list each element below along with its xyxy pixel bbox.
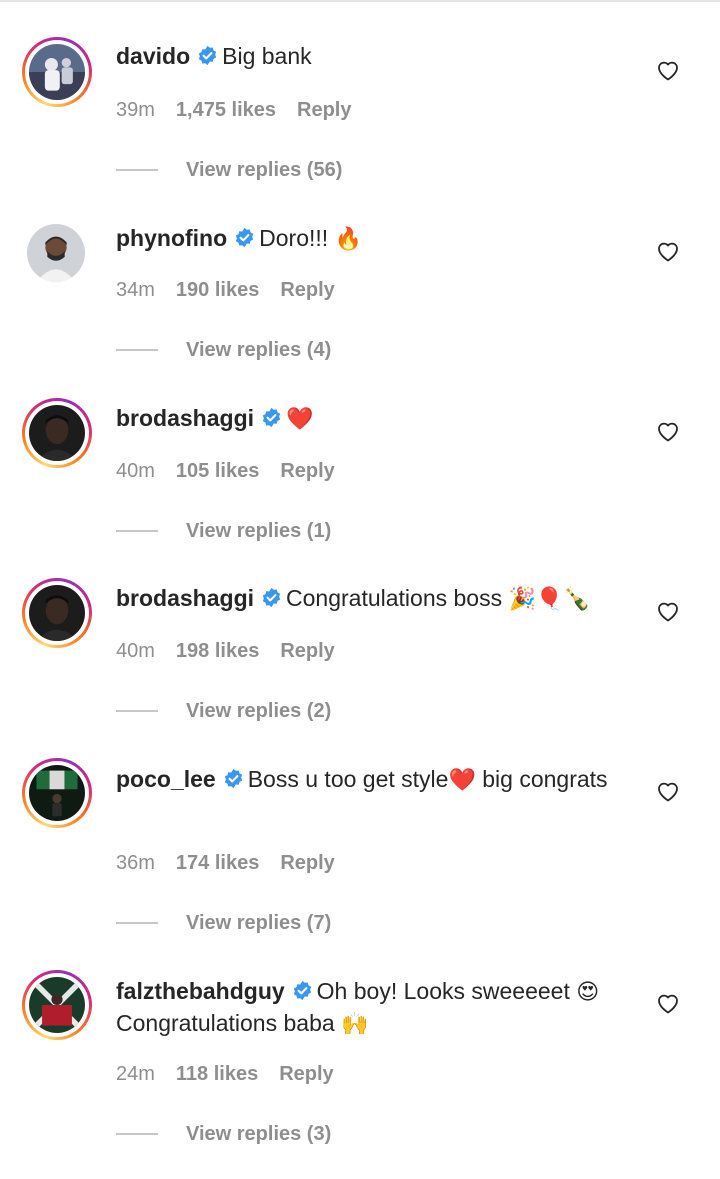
comment-likes[interactable]: 190 likes [176, 279, 259, 301]
comment-time: 24m [116, 1063, 155, 1085]
heart-outline-icon[interactable] [656, 59, 680, 81]
comment-text-line: falzthebahdguy Oh boy! Looks sweeeeet 😍 C… [116, 976, 636, 1040]
comment-text-line: davido Big bank [116, 41, 636, 72]
heart-outline-icon[interactable] [656, 240, 680, 262]
comment-body-continued: Congratulations baba [116, 1010, 342, 1036]
avatar-image [27, 224, 85, 282]
comment-likes[interactable]: 174 likes [176, 852, 259, 874]
top-divider [0, 0, 720, 2]
view-replies-label: View replies (4) [186, 339, 332, 361]
comment-likes[interactable]: 118 likes [176, 1063, 258, 1085]
reply-button[interactable]: Reply [279, 1063, 333, 1085]
view-replies-label: View replies (1) [186, 520, 332, 542]
avatar-image [29, 977, 85, 1033]
verified-badge-icon [224, 768, 242, 789]
raising-hands-emoji: 🙌 [341, 1012, 369, 1037]
comment-meta: 24m 118 likes Reply [116, 1063, 355, 1086]
comment-meta: 39m 1,475 likes Reply [116, 99, 372, 122]
reply-button[interactable]: Reply [280, 640, 334, 662]
avatar[interactable] [22, 398, 92, 468]
avatar-image [29, 765, 85, 821]
reply-button[interactable]: Reply [280, 460, 334, 482]
verified-badge-icon [293, 980, 311, 1001]
avatar-image [29, 585, 85, 641]
replies-divider [116, 709, 158, 712]
comment-body-continued: big congrats [475, 766, 608, 792]
comment-likes[interactable]: 198 likes [176, 640, 259, 662]
comment-meta: 36m 174 likes Reply [116, 852, 356, 875]
replies-divider [116, 529, 158, 532]
comment-time: 36m [116, 852, 155, 874]
replies-divider [116, 348, 158, 351]
comment-text-line: poco_lee Boss u too get style❤️ big congr… [116, 764, 636, 796]
fire-emoji: 🔥 [334, 227, 362, 252]
verified-badge-icon [198, 45, 217, 66]
comment-likes[interactable]: 1,475 likes [176, 99, 276, 121]
comment-likes[interactable]: 105 likes [176, 460, 259, 482]
view-replies-button[interactable]: View replies (1) [116, 520, 331, 543]
comment-meta: 34m 190 likes Reply [116, 279, 356, 302]
comment-text-line: phynofino Doro!!! 🔥 [116, 223, 636, 255]
heart-outline-icon[interactable] [656, 420, 680, 442]
red-heart-emoji: ❤️ [448, 768, 476, 793]
verified-badge-icon [262, 587, 281, 608]
comment-meta: 40m 105 likes Reply [116, 460, 356, 483]
heart-outline-icon[interactable] [656, 780, 680, 802]
comment-time: 40m [116, 460, 155, 482]
comment-body: Doro!!! [259, 225, 335, 251]
avatar-image [29, 405, 85, 461]
view-replies-button[interactable]: View replies (56) [116, 159, 342, 182]
avatar[interactable] [22, 758, 92, 828]
avatar[interactable] [22, 578, 92, 648]
view-replies-button[interactable]: View replies (4) [116, 339, 331, 362]
replies-divider [116, 1132, 158, 1135]
view-replies-label: View replies (56) [186, 159, 343, 181]
reply-button[interactable]: Reply [280, 279, 334, 301]
view-replies-label: View replies (7) [186, 912, 332, 934]
red-heart-emoji: ❤️ [286, 407, 314, 432]
comment-username[interactable]: poco_lee [116, 766, 216, 792]
comment-username[interactable]: brodashaggi [116, 405, 254, 431]
comment-text-line: brodashaggi Congratulations boss 🎉🎈🍾 [116, 583, 636, 615]
comment-body: Big bank [222, 43, 312, 69]
party-emoji: 🎉🎈🍾 [508, 587, 591, 612]
replies-divider [116, 921, 158, 924]
comment-username[interactable]: brodashaggi [116, 585, 254, 611]
comment-username[interactable]: falzthebahdguy [116, 978, 285, 1004]
comment-time: 40m [116, 640, 155, 662]
verified-badge-icon [235, 227, 254, 248]
heart-eyes-emoji: 😍 [576, 980, 600, 1005]
view-replies-button[interactable]: View replies (3) [116, 1123, 331, 1146]
reply-button[interactable]: Reply [280, 852, 334, 874]
avatar[interactable] [22, 970, 92, 1040]
comment-time: 34m [116, 279, 155, 301]
verified-badge-icon [262, 407, 281, 428]
comment-username[interactable]: davido [116, 43, 190, 69]
reply-button[interactable]: Reply [297, 99, 351, 121]
view-replies-label: View replies (2) [186, 700, 332, 722]
avatar[interactable] [27, 224, 85, 282]
comment-body: Congratulations boss [286, 585, 509, 611]
view-replies-button[interactable]: View replies (7) [116, 912, 331, 935]
avatar[interactable] [22, 37, 92, 107]
replies-divider [116, 168, 158, 171]
heart-outline-icon[interactable] [656, 600, 680, 622]
comment-body: Boss u too get style [247, 766, 449, 792]
comment-username[interactable]: phynofino [116, 225, 227, 251]
comment-meta: 40m 198 likes Reply [116, 640, 356, 663]
avatar-image [29, 44, 85, 100]
comment-body: Oh boy! Looks sweeeeet [316, 978, 577, 1004]
comment-time: 39m [116, 99, 155, 121]
comment-text-line: brodashaggi ❤️ [116, 403, 636, 435]
view-replies-button[interactable]: View replies (2) [116, 700, 331, 723]
view-replies-label: View replies (3) [186, 1123, 332, 1145]
heart-outline-icon[interactable] [656, 992, 680, 1014]
